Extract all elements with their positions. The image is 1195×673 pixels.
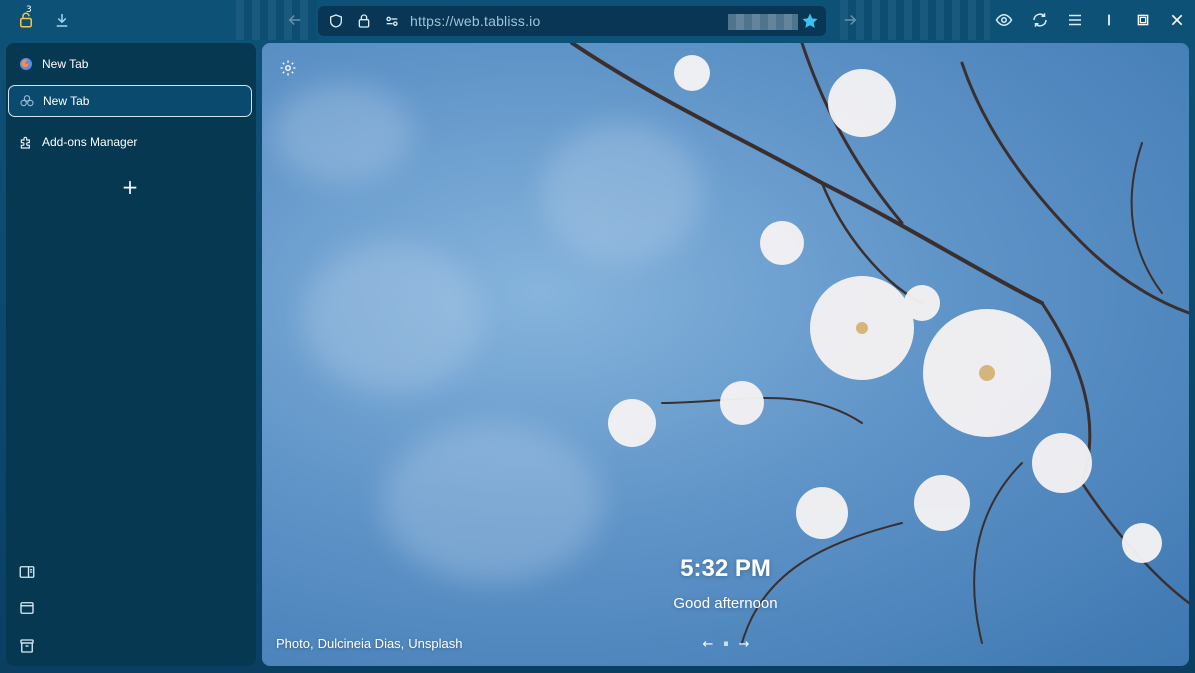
eye-icon[interactable] [992, 8, 1016, 32]
photo-credit: Photo, Dulcineia Dias, Unsplash [276, 636, 467, 651]
url-bar[interactable]: https://web.tabliss.io [318, 6, 826, 36]
credit-prefix: Photo, [276, 636, 314, 651]
back-icon[interactable] [283, 8, 307, 32]
restore-icon[interactable] [1131, 8, 1155, 32]
sync-icon[interactable] [1028, 8, 1052, 32]
tab-title: Add-ons Manager [42, 135, 138, 149]
tab-addons-manager[interactable]: Add-ons Manager [8, 126, 252, 158]
close-icon[interactable] [1165, 8, 1189, 32]
credit-source-link[interactable]: Unsplash [408, 636, 462, 651]
url-text[interactable]: https://web.tabliss.io [410, 13, 540, 29]
minimize-icon[interactable] [1097, 8, 1121, 32]
tab-new-tab-1[interactable]: New Tab [8, 48, 252, 80]
firefox-icon [17, 55, 35, 73]
clock-time: 5:32 PM [680, 555, 771, 582]
bookmark-star-icon[interactable] [800, 11, 820, 31]
lock-icon[interactable] [354, 11, 374, 31]
settings-gear-icon[interactable] [278, 58, 298, 78]
decorative-pixel-pattern [840, 0, 990, 40]
download-icon[interactable] [50, 8, 74, 32]
puzzle-icon [17, 133, 35, 151]
tab-title: New Tab [42, 57, 89, 71]
toolbar: 3 https://web.tabliss.io [0, 0, 1195, 40]
tab-title: New Tab [43, 94, 90, 108]
sidebar-toggle-icon[interactable] [16, 561, 38, 583]
forward-icon[interactable] [838, 8, 862, 32]
credit-author-link[interactable]: Dulcineia Dias, [318, 636, 405, 651]
window-icon[interactable] [16, 597, 38, 619]
next-background-button[interactable]: → [736, 636, 752, 652]
previous-background-button[interactable]: ← [700, 636, 716, 652]
tabliss-new-tab-page: 5:32 PM Good afternoon Photo, Dulcineia D… [262, 43, 1189, 666]
archive-icon[interactable] [16, 635, 38, 657]
tabliss-icon [18, 92, 36, 110]
redacted-area [728, 14, 798, 30]
greeting-text: Good afternoon [673, 595, 778, 612]
vertical-tabs-sidebar: New Tab New Tab Add-ons Manager + [6, 43, 256, 666]
pause-background-button[interactable]: ⏸ [718, 636, 734, 652]
menu-icon[interactable] [1063, 8, 1087, 32]
tab-new-tab-2[interactable]: New Tab [8, 85, 252, 117]
permissions-icon[interactable] [382, 11, 402, 31]
new-tab-button[interactable]: + [118, 175, 142, 199]
shield-icon[interactable] [326, 11, 346, 31]
private-window-count: 3 [26, 5, 32, 15]
